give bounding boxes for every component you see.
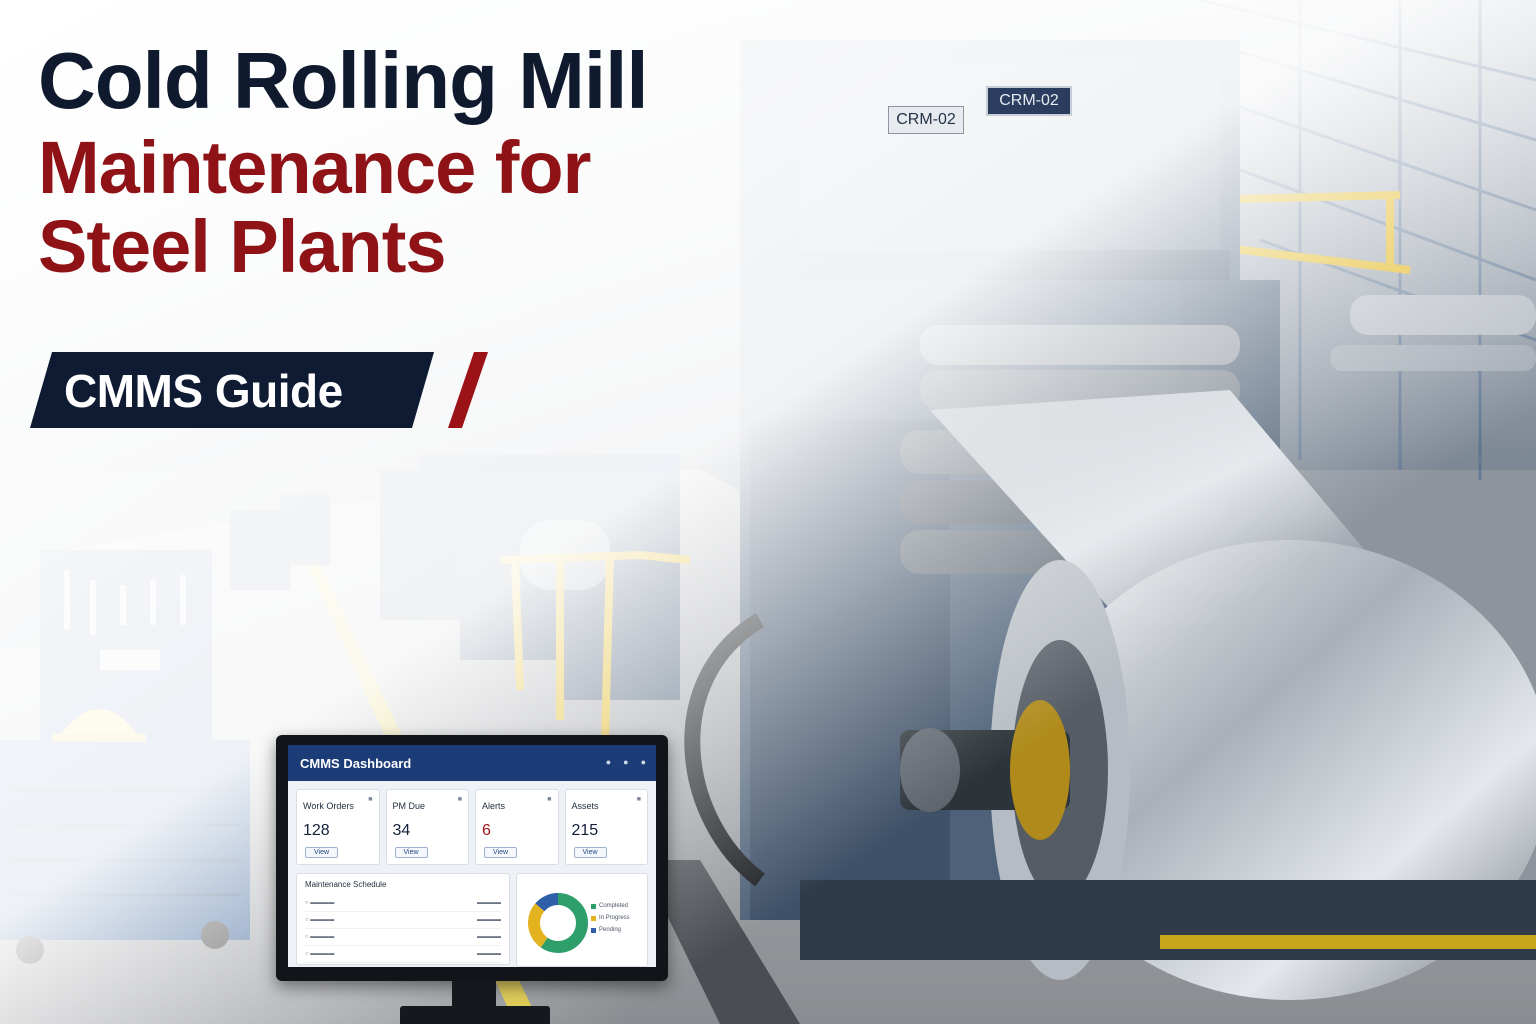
header-icons: ● ● ● bbox=[606, 757, 646, 767]
guide-badge: CMMS Guide bbox=[30, 352, 488, 428]
legend-label: Pending bbox=[599, 927, 622, 933]
title-line-1: Cold Rolling Mill bbox=[38, 36, 649, 125]
legend-dot-icon bbox=[591, 903, 596, 909]
title-line-2: Maintenance for bbox=[38, 125, 591, 209]
schedule-title: Maintenance Schedule bbox=[305, 880, 387, 889]
alert-icon: ■ bbox=[547, 796, 552, 803]
notification-icon[interactable]: ● bbox=[606, 757, 611, 767]
dashboard-lower: Maintenance Schedule ○ ▬▬▬▬ ▬▬▬▬ ○ ▬▬▬▬ ▬▬… bbox=[288, 865, 656, 967]
card-value: 6 bbox=[482, 822, 491, 839]
legend-label: In Progress bbox=[599, 915, 630, 921]
view-button[interactable]: View bbox=[484, 847, 518, 858]
row-marker-icon: ○ ▬▬▬▬ bbox=[305, 934, 335, 940]
settings-icon[interactable]: ● bbox=[623, 757, 628, 767]
card-label: Work Orders bbox=[303, 801, 354, 811]
dashboard-title: CMMS Dashboard bbox=[300, 755, 412, 771]
schedule-row[interactable]: ○ ▬▬▬▬ ▬▬▬▬ bbox=[305, 895, 501, 912]
calendar-icon: ■ bbox=[457, 796, 462, 803]
kpi-card-pm-due[interactable]: PM Due ■ 34 View bbox=[385, 789, 469, 865]
card-label: PM Due bbox=[392, 801, 426, 811]
view-button[interactable]: View bbox=[394, 847, 428, 858]
view-button[interactable]: View bbox=[305, 847, 339, 858]
row-status: ▬▬▬▬ bbox=[477, 900, 501, 906]
title-line-3: Steel Plants bbox=[38, 205, 447, 289]
headline: Cold Rolling Mill Maintenance for Steel … bbox=[38, 40, 798, 285]
legend-in-progress: In Progress bbox=[591, 912, 630, 924]
row-marker-icon: ○ ▬▬▬▬ bbox=[305, 900, 335, 906]
maintenance-schedule: Maintenance Schedule ○ ▬▬▬▬ ▬▬▬▬ ○ ▬▬▬▬ ▬▬… bbox=[296, 873, 510, 965]
monitor: CMMS Dashboard ● ● ● Work Orders ■ 128 V… bbox=[276, 735, 668, 981]
menu-icon[interactable]: ● bbox=[641, 757, 646, 767]
kpi-cards: Work Orders ■ 128 View PM Due ■ 34 View … bbox=[288, 781, 656, 865]
machine-plate-secondary: CRM-02 bbox=[888, 106, 964, 134]
kpi-card-assets[interactable]: Assets ■ 215 View bbox=[564, 789, 648, 865]
card-label: Assets bbox=[571, 801, 599, 811]
schedule-row[interactable]: ○ ▬▬▬▬ ▬▬▬▬ bbox=[305, 912, 501, 929]
row-marker-icon: ○ ▬▬▬▬ bbox=[305, 917, 335, 923]
dashboard-screen: CMMS Dashboard ● ● ● Work Orders ■ 128 V… bbox=[288, 745, 656, 967]
view-button[interactable]: View bbox=[573, 847, 607, 858]
donut-legend: Completed In Progress Pending bbox=[591, 900, 630, 936]
legend-pending: Pending bbox=[591, 924, 630, 936]
legend-label: Completed bbox=[599, 903, 629, 909]
monitor-base bbox=[400, 1006, 550, 1024]
kpi-card-alerts[interactable]: Alerts ■ 6 View bbox=[475, 789, 559, 865]
badge-text: CMMS Guide bbox=[64, 365, 343, 417]
row-status: ▬▬▬▬ bbox=[477, 917, 501, 923]
legend-completed: Completed bbox=[591, 900, 630, 912]
schedule-row[interactable]: ○ ▬▬▬▬ ▬▬▬▬ bbox=[305, 946, 501, 963]
card-value: 128 bbox=[303, 822, 330, 839]
schedule-row[interactable]: ○ ▬▬▬▬ ▬▬▬▬ bbox=[305, 929, 501, 946]
dashboard-header: CMMS Dashboard ● ● ● bbox=[288, 745, 656, 781]
status-donut-card: Completed In Progress Pending bbox=[516, 873, 648, 967]
assets-icon: ■ bbox=[636, 796, 641, 803]
card-value: 215 bbox=[571, 822, 599, 839]
card-label: Alerts bbox=[482, 801, 506, 811]
machine-plate: CRM-02 bbox=[986, 86, 1072, 116]
card-value: 34 bbox=[392, 822, 411, 839]
legend-dot-icon bbox=[591, 927, 596, 933]
legend-dot-icon bbox=[591, 915, 596, 921]
row-marker-icon: ○ ▬▬▬▬ bbox=[305, 951, 335, 957]
row-status: ▬▬▬▬ bbox=[477, 951, 501, 957]
status-donut bbox=[528, 893, 588, 953]
work-orders-icon: ■ bbox=[368, 796, 373, 803]
kpi-card-work-orders[interactable]: Work Orders ■ 128 View bbox=[296, 789, 380, 865]
row-status: ▬▬▬▬ bbox=[477, 934, 501, 940]
